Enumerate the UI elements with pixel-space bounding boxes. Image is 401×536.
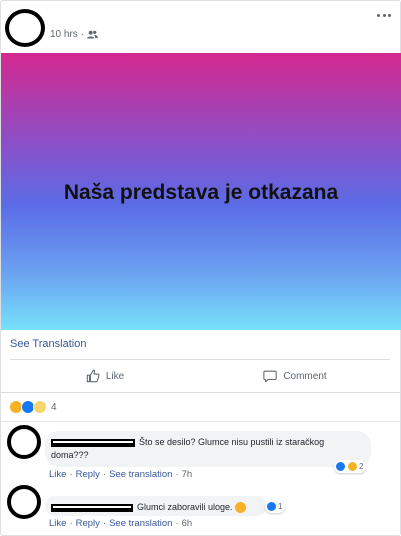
reaction-count: 4: [51, 401, 57, 413]
like-button[interactable]: Like: [10, 363, 200, 389]
commenter-avatar[interactable]: [7, 425, 41, 459]
post-banner: Naša predstava je otkazana: [1, 53, 401, 330]
comment-reply-link[interactable]: Reply: [76, 518, 100, 529]
comment-icon: [263, 370, 277, 383]
laughing-emoji-icon: [234, 502, 246, 514]
thumbs-up-icon: [86, 369, 100, 383]
comment-like-link[interactable]: Like: [49, 518, 66, 529]
friends-icon[interactable]: [87, 30, 99, 39]
see-translation-link[interactable]: See Translation: [10, 338, 86, 350]
divider: [1, 392, 400, 393]
comment-bubble: Što se desilo? Glumce nisu pustili iz st…: [45, 431, 371, 467]
post-card: 10 hrs · Naša predstava je otkazana See …: [0, 0, 401, 536]
more-dot: [388, 14, 391, 17]
separator: ·: [69, 518, 73, 529]
banner-text: Naša predstava je otkazana: [63, 180, 339, 204]
separator: ·: [175, 518, 179, 529]
reaction-summary[interactable]: 4: [9, 399, 57, 415]
comment-actions: Like · Reply · See translation · 7h: [49, 469, 192, 480]
comment-reactions[interactable]: 2: [334, 460, 367, 473]
comment-time[interactable]: 6h: [182, 518, 193, 529]
comment-reaction-count: 2: [359, 462, 364, 471]
comment-button[interactable]: Comment: [200, 363, 390, 389]
redacted-name[interactable]: [51, 438, 135, 447]
author-avatar[interactable]: [5, 9, 45, 47]
comment-see-translation-link[interactable]: See translation: [109, 518, 172, 529]
comment-reply-link[interactable]: Reply: [76, 469, 100, 480]
more-dot: [382, 14, 386, 17]
divider: [1, 421, 400, 422]
like-label: Like: [105, 370, 125, 382]
comment-reaction-count: 1: [278, 502, 283, 511]
comment-like-link[interactable]: Like: [49, 469, 66, 480]
more-options-icon[interactable]: [377, 14, 391, 18]
haha-reaction-icon: [347, 461, 358, 472]
comment-label: Comment: [283, 370, 327, 382]
redacted-name[interactable]: [51, 503, 133, 512]
comment-reactions[interactable]: 1: [265, 500, 286, 513]
separator: ·: [102, 518, 107, 529]
comment-bubble: Glumci zaboravili uloge.: [45, 496, 267, 516]
comment-actions: Like · Reply · See translation · 6h: [49, 518, 192, 529]
like-reaction-icon: [266, 501, 277, 512]
comment-text: Glumci zaboravili uloge.: [137, 502, 233, 512]
like-reaction-icon: [335, 461, 346, 472]
commenter-avatar[interactable]: [7, 485, 41, 519]
more-dot: [377, 14, 380, 17]
post-header: 10 hrs ·: [1, 1, 400, 53]
divider: [10, 359, 390, 360]
separator: ·: [175, 469, 179, 480]
separator: ·: [102, 469, 107, 480]
comment-time[interactable]: 7h: [182, 469, 193, 480]
post-time[interactable]: 10 hrs: [50, 29, 78, 40]
sad-reaction-icon: [33, 400, 47, 414]
post-meta: 10 hrs ·: [50, 29, 99, 40]
meta-separator: ·: [80, 29, 85, 40]
separator: ·: [69, 469, 73, 480]
post-actions: Like Comment: [10, 363, 390, 389]
comment-see-translation-link[interactable]: See translation: [109, 469, 172, 480]
